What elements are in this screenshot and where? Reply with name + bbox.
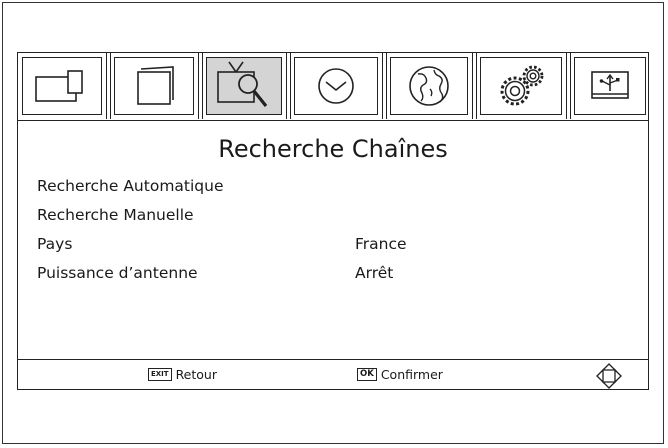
back-hint[interactable]: EXIT Retour xyxy=(148,367,217,382)
tab-language[interactable] xyxy=(386,53,472,119)
menu-item-antenna-power[interactable]: Puissance d’antenne xyxy=(37,264,198,282)
tab-usb[interactable] xyxy=(570,53,650,119)
clock-icon xyxy=(318,68,354,104)
footer-hint-bar: EXIT Retour OK Confirmer xyxy=(18,359,648,389)
back-hint-label: Retour xyxy=(175,367,217,382)
globe-icon xyxy=(409,66,449,106)
confirm-hint[interactable]: OK Confirmer xyxy=(357,367,443,382)
picture-icon xyxy=(35,70,83,102)
ok-key-icon: OK xyxy=(357,368,377,381)
channel-search-icon xyxy=(217,61,268,107)
tab-setup[interactable] xyxy=(476,53,566,119)
menu-item-manual-search[interactable]: Recherche Manuelle xyxy=(37,206,194,224)
menu-tab-bar xyxy=(18,53,648,121)
tab-sound[interactable] xyxy=(110,53,198,119)
tab-channel-search[interactable] xyxy=(202,53,286,119)
menu-title: Recherche Chaînes xyxy=(218,135,448,163)
country-value[interactable]: France xyxy=(355,235,407,253)
dpad-arrows-icon xyxy=(596,363,622,389)
gears-icon xyxy=(500,65,544,106)
usb-icon xyxy=(591,71,629,99)
settings-menu-panel: Recherche Chaînes Recherche Automatique … xyxy=(17,52,649,390)
sound-icon xyxy=(137,66,174,105)
tab-picture[interactable] xyxy=(18,53,106,119)
exit-key-icon: EXIT xyxy=(148,368,172,381)
menu-item-country[interactable]: Pays xyxy=(37,235,72,253)
tab-time[interactable] xyxy=(290,53,382,119)
menu-item-auto-search[interactable]: Recherche Automatique xyxy=(37,177,224,195)
antenna-power-value[interactable]: Arrêt xyxy=(355,264,393,282)
confirm-hint-label: Confirmer xyxy=(380,367,443,382)
